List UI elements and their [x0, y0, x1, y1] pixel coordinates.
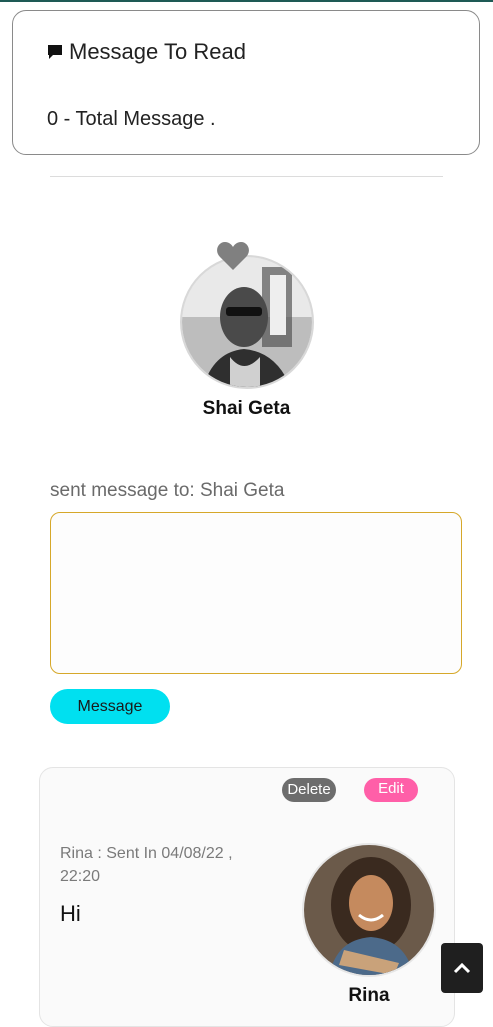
message-textarea[interactable]: [50, 512, 462, 674]
chevron-up-icon: [453, 962, 471, 974]
sender-avatar[interactable]: [302, 843, 436, 977]
inbox-title: Message To Read: [69, 39, 246, 64]
recipient-avatar[interactable]: [180, 255, 314, 389]
message-thread-card: Delete Edit Rina : Sent In 04/08/22 , 22…: [39, 767, 455, 1027]
sender-photo: [304, 845, 434, 975]
top-accent-line: [0, 0, 493, 2]
delete-button[interactable]: Delete: [282, 778, 336, 802]
message-icon: [48, 45, 62, 59]
heart-icon[interactable]: [216, 240, 250, 272]
recipient-name: Shai Geta: [202, 398, 291, 419]
edit-button[interactable]: Edit: [364, 778, 418, 802]
compose-label: sent message to: Shai Geta: [50, 480, 285, 501]
message-body: Hi: [60, 901, 81, 926]
scroll-top-button[interactable]: [441, 943, 483, 993]
message-meta: Rina : Sent In 04/08/22 , 22:20: [60, 845, 233, 885]
recipient-photo: [182, 257, 312, 387]
total-messages: 0 - Total Message .: [47, 108, 216, 130]
inbox-summary-card: Message To Read 0 - Total Message .: [12, 10, 480, 155]
divider: [50, 176, 443, 177]
inbox-title-row: Message To Read: [47, 39, 246, 65]
send-message-button[interactable]: Message: [50, 689, 170, 724]
sender-name: Rina: [348, 985, 390, 1006]
